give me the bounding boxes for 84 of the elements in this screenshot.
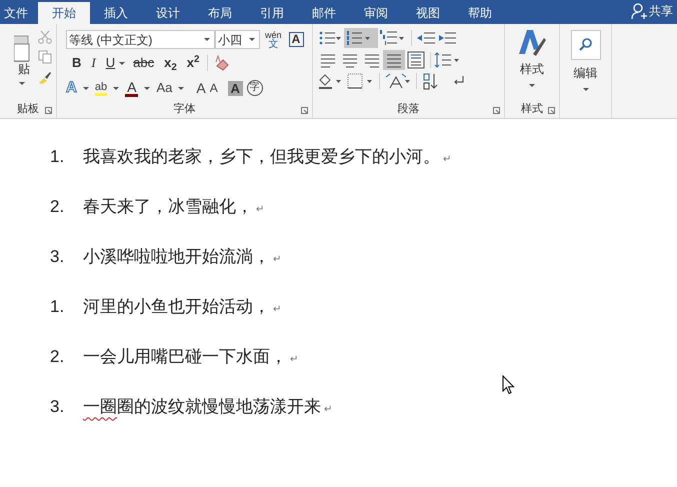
paintbrush-icon[interactable] bbox=[38, 70, 52, 84]
editing-button[interactable]: 编辑 bbox=[560, 24, 611, 118]
group-label: 字体 bbox=[174, 102, 196, 117]
dialog-launcher-icon[interactable] bbox=[45, 107, 52, 114]
decrease-indent-icon[interactable] bbox=[416, 30, 436, 46]
format-button[interactable]: x$^{2}$ bbox=[184, 53, 202, 73]
ribbon-tab[interactable]: 审阅 bbox=[350, 2, 402, 24]
eraser-icon[interactable] bbox=[214, 55, 230, 71]
person-add-icon[interactable] bbox=[631, 2, 647, 20]
paste-button[interactable]: 贴 bbox=[14, 30, 30, 78]
format-button[interactable]: U bbox=[104, 53, 118, 73]
paragraph-mark: ↵ bbox=[443, 152, 451, 166]
shrink-font-button[interactable]: A bbox=[210, 79, 218, 97]
ribbon-tab[interactable]: 视图 bbox=[402, 2, 454, 24]
dropdown-caret-icon[interactable] bbox=[19, 82, 25, 85]
numbered-list-icon[interactable] bbox=[344, 28, 378, 48]
list-number: 1. bbox=[49, 296, 66, 318]
character-border-button[interactable]: A bbox=[288, 32, 304, 47]
asian-layout-icon[interactable] bbox=[385, 72, 411, 90]
line-spacing-icon[interactable] bbox=[434, 51, 460, 69]
list-number: 1. bbox=[49, 146, 66, 168]
dropdown-caret-icon[interactable] bbox=[113, 86, 120, 90]
paragraph-mark: ↵ bbox=[256, 202, 264, 216]
phonetic-guide-button[interactable]: wén 文 bbox=[265, 30, 282, 48]
format-button[interactable]: x$_{2}$ bbox=[162, 53, 179, 73]
font-name-field[interactable]: 等线 (中文正文) bbox=[66, 30, 215, 49]
list-number: 3. bbox=[49, 246, 66, 268]
share-button[interactable]: 共享 bbox=[631, 2, 673, 20]
dialog-launcher-icon[interactable] bbox=[493, 107, 500, 114]
dropdown-caret-icon[interactable] bbox=[249, 38, 255, 41]
paragraph-mark: ↵ bbox=[273, 302, 281, 316]
format-button[interactable]: abc bbox=[131, 53, 156, 73]
paragraph-mark: ↵ bbox=[324, 402, 332, 416]
mouse-cursor-icon bbox=[502, 375, 515, 395]
styles-button[interactable]: 样式 bbox=[505, 24, 559, 100]
dropdown-caret-icon[interactable] bbox=[529, 84, 535, 87]
list-item-text: 圈的波纹就慢慢地荡漾开来 bbox=[117, 396, 321, 418]
dropdown-caret-icon[interactable] bbox=[582, 88, 588, 91]
shading-bucket-icon[interactable] bbox=[317, 72, 343, 90]
highlight-button[interactable]: ab bbox=[94, 80, 108, 96]
dialog-launcher-icon[interactable] bbox=[301, 107, 308, 114]
multilevel-list-icon[interactable] bbox=[379, 28, 407, 48]
character-shading-button[interactable]: A bbox=[228, 80, 243, 96]
list-item-text: 一圈 bbox=[83, 396, 117, 418]
font-size-field[interactable]: 小四 bbox=[215, 30, 260, 49]
paragraph-mark: ↵ bbox=[290, 352, 298, 366]
ribbon-tab[interactable]: 帮助 bbox=[454, 2, 506, 24]
format-button[interactable]: B bbox=[70, 53, 84, 73]
ribbon-tab[interactable]: 邮件 bbox=[298, 2, 350, 24]
justify-icon[interactable] bbox=[383, 50, 405, 70]
increase-indent-icon[interactable] bbox=[437, 30, 457, 46]
dropdown-caret-icon[interactable] bbox=[144, 86, 150, 90]
ribbon-tab[interactable]: 设计 bbox=[142, 2, 194, 24]
list-number: 3. bbox=[49, 396, 66, 418]
ribbon-tab[interactable]: 布局 bbox=[194, 2, 246, 24]
grow-font-button[interactable]: A bbox=[196, 78, 206, 98]
ribbon-tab[interactable]: 插入 bbox=[90, 2, 142, 24]
ribbon-tab[interactable]: 文件 bbox=[0, 2, 38, 24]
borders-icon[interactable] bbox=[346, 72, 374, 90]
group-label: 样式 bbox=[521, 102, 543, 117]
list-item-text: 河里的小鱼也开始活动， bbox=[83, 296, 270, 318]
format-button[interactable]: I bbox=[89, 53, 98, 73]
list-item-text: 小溪哗啦啦地开始流淌， bbox=[83, 246, 270, 268]
distributed-icon[interactable] bbox=[405, 50, 427, 70]
sort-icon[interactable] bbox=[422, 72, 440, 90]
list-item-text: 春天来了，冰雪融化， bbox=[83, 196, 253, 218]
ribbon-tab[interactable]: 开始 bbox=[38, 2, 90, 24]
list-item-text: 我喜欢我的老家，乡下，但我更爱乡下的小河。 bbox=[83, 146, 440, 168]
font-color-button[interactable]: A bbox=[125, 80, 138, 96]
dropdown-caret-icon[interactable] bbox=[82, 86, 89, 90]
group-label: 段落 bbox=[398, 102, 420, 117]
paragraph-mark: ↵ bbox=[273, 252, 281, 266]
search-icon[interactable] bbox=[570, 30, 600, 60]
change-case-button[interactable]: Aa bbox=[156, 78, 172, 98]
list-number: 2. bbox=[49, 196, 66, 218]
ribbon-tab[interactable]: 引用 bbox=[246, 2, 298, 24]
group-label: 贴板 bbox=[17, 102, 39, 117]
dropdown-caret-icon[interactable] bbox=[204, 38, 210, 41]
list-number: 2. bbox=[49, 346, 66, 368]
dropdown-caret-icon[interactable] bbox=[178, 86, 184, 90]
enclose-characters-button[interactable]: 字 bbox=[246, 80, 263, 96]
dropdown-caret-icon[interactable] bbox=[119, 62, 126, 64]
list-item-text: 一会儿用嘴巴碰一下水面， bbox=[83, 346, 287, 368]
dialog-launcher-icon[interactable] bbox=[548, 107, 555, 114]
